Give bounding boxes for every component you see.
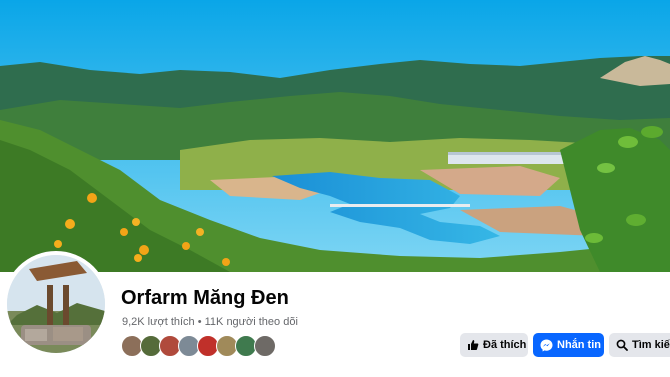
page-title: Orfarm Măng Đen (121, 287, 289, 309)
message-button[interactable]: Nhắn tin (533, 333, 604, 357)
liked-button-label: Đã thích (483, 339, 527, 351)
page-stats: 9,2K lượt thích • 11K người theo dõi (122, 316, 298, 328)
cover-photo[interactable] (0, 0, 670, 272)
message-button-label: Nhắn tin (557, 339, 601, 351)
search-icon (616, 339, 628, 351)
search-button[interactable]: Tìm kiếm (609, 333, 670, 357)
search-button-label: Tìm kiếm (632, 339, 670, 351)
cover-landscape-image (0, 0, 670, 272)
liked-button[interactable]: Đã thích (460, 333, 528, 357)
messenger-icon (540, 339, 553, 352)
orfarm-sign-image (7, 255, 105, 353)
follower-avatar[interactable] (254, 335, 276, 357)
thumbs-up-icon (467, 339, 479, 351)
page-avatar[interactable] (3, 251, 109, 357)
